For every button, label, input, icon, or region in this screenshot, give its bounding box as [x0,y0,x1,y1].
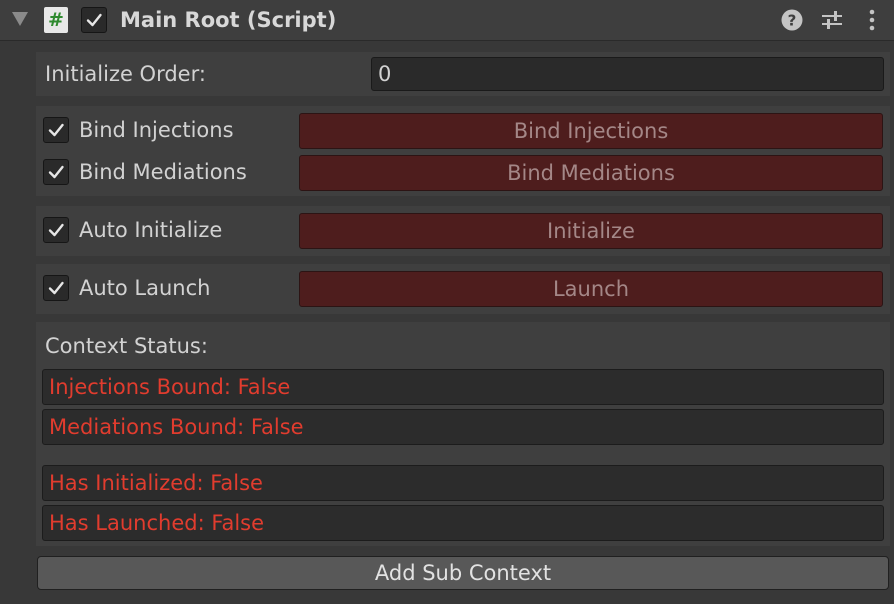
bind-mediations-checkbox[interactable] [43,159,69,185]
status-has-initialized: Has Initialized: False [42,465,884,501]
bind-mediations-button[interactable]: Bind Mediations [299,155,883,191]
status-has-launched: Has Launched: False [42,505,884,541]
kebab-menu-icon[interactable] [860,8,884,32]
bind-mediations-label: Bind Mediations [79,160,247,184]
bind-injections-button[interactable]: Bind Injections [299,113,883,149]
component-title: Main Root (Script) [120,8,337,32]
checkmark-icon [86,13,102,27]
auto-initialize-checkbox[interactable] [43,217,69,243]
status-mediations-bound: Mediations Bound: False [42,409,884,445]
preset-sliders-icon[interactable] [820,8,844,32]
script-icon: # [44,7,68,33]
checkmark-icon [48,223,64,237]
initialize-button[interactable]: Initialize [299,213,883,249]
context-status-label: Context Status: [45,334,208,358]
component-header: # Main Root (Script) ? [0,0,894,41]
checkmark-icon [48,281,64,295]
bind-injections-checkbox[interactable] [43,117,69,143]
initialize-order-field[interactable]: 0 [371,57,884,91]
checkmark-icon [48,165,64,179]
component-enabled-checkbox[interactable] [81,7,107,33]
checkmark-icon [48,123,64,137]
status-injections-bound: Injections Bound: False [42,369,884,405]
auto-launch-checkbox[interactable] [43,275,69,301]
help-icon[interactable]: ? [780,8,804,32]
auto-launch-label: Auto Launch [79,276,211,300]
initialize-order-label: Initialize Order: [45,62,206,86]
foldout-arrow-icon[interactable] [12,12,28,26]
launch-button[interactable]: Launch [299,271,883,307]
add-sub-context-button[interactable]: Add Sub Context [37,556,889,590]
auto-initialize-label: Auto Initialize [79,218,223,242]
svg-text:?: ? [788,12,797,30]
bind-injections-label: Bind Injections [79,118,234,142]
